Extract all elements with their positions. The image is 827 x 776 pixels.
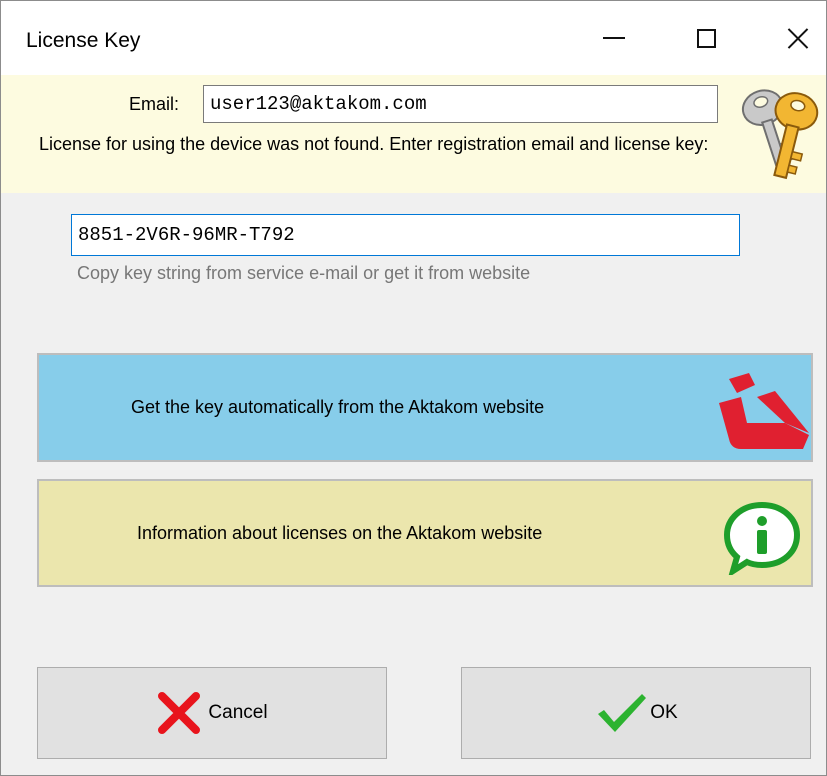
- minimize-icon: [603, 37, 625, 39]
- aktakom-logo-icon: [719, 373, 809, 449]
- keys-icon: [741, 89, 819, 180]
- cancel-button[interactable]: Cancel: [37, 667, 387, 759]
- ok-button-label: OK: [650, 702, 678, 723]
- email-input[interactable]: [203, 85, 718, 123]
- ok-button[interactable]: OK: [461, 667, 811, 759]
- email-label: Email:: [129, 94, 180, 114]
- get-key-button-label: Get the key automatically from the Aktak…: [131, 397, 545, 417]
- maximize-button[interactable]: [660, 1, 752, 75]
- close-icon: [787, 27, 809, 49]
- cancel-button-label: Cancel: [208, 702, 268, 723]
- maximize-icon: [696, 28, 716, 48]
- minimize-button[interactable]: [568, 1, 660, 75]
- get-key-from-website-button[interactable]: Get the key automatically from the Aktak…: [37, 353, 813, 462]
- license-info-button[interactable]: Information about licenses on the Aktako…: [37, 479, 813, 587]
- license-key-dialog: License Key Email: License for using the…: [0, 0, 827, 776]
- close-button[interactable]: [752, 1, 827, 75]
- red-x-icon: [158, 692, 201, 734]
- window-title: License Key: [26, 29, 141, 52]
- green-check-icon: [598, 694, 647, 732]
- license-key-input[interactable]: [71, 214, 740, 256]
- license-message: License for using the device was not fou…: [39, 134, 709, 154]
- title-bar[interactable]: License Key: [1, 1, 826, 75]
- info-bubble-icon: [723, 501, 801, 575]
- license-key-hint: Copy key string from service e-mail or g…: [77, 263, 531, 283]
- license-info-button-label: Information about licenses on the Aktako…: [137, 522, 543, 543]
